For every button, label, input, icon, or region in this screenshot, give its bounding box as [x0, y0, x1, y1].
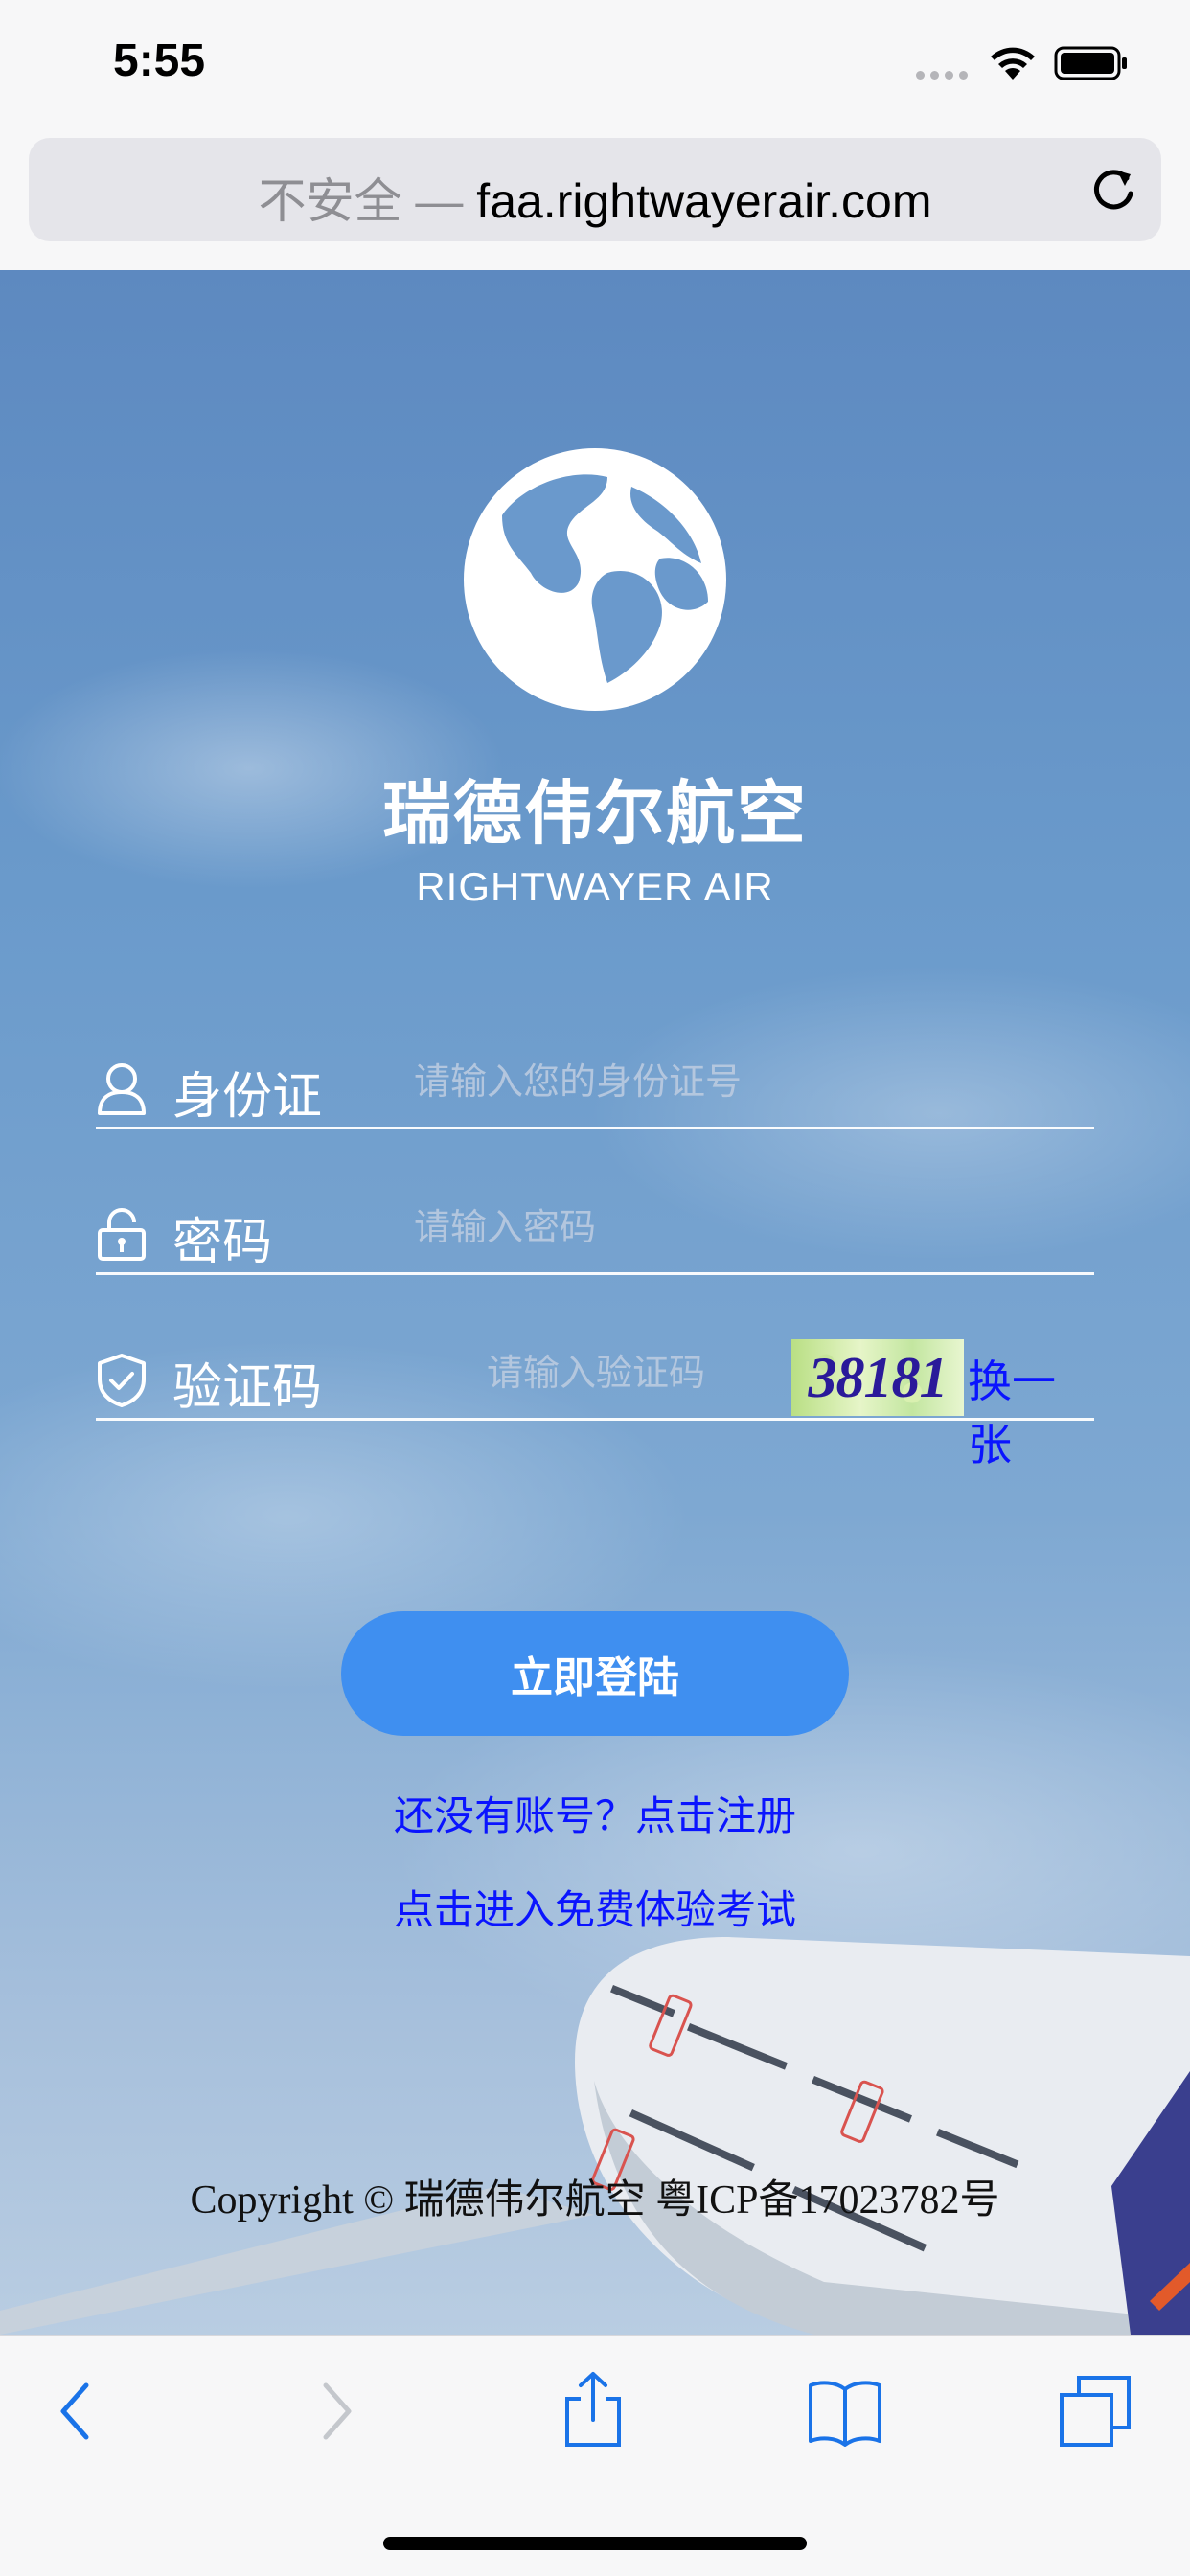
status-time: 5:55	[113, 35, 206, 86]
wifi-icon	[991, 47, 1035, 80]
chevron-right-icon[interactable]	[318, 2378, 356, 2445]
register-link[interactable]: 还没有账号？点击注册	[0, 1784, 1190, 1842]
brand-name-cn: 瑞德伟尔航空	[381, 773, 808, 854]
reload-icon[interactable]	[1088, 165, 1138, 215]
home-indicator	[383, 2537, 807, 2550]
captcha-refresh-link[interactable]: 换一张	[968, 1347, 1094, 1473]
login-button[interactable]: 立即登陆	[341, 1611, 849, 1736]
chevron-left-icon[interactable]	[56, 2378, 94, 2445]
captcha-field: 验证码 38181 换一张	[96, 1328, 1094, 1470]
book-icon[interactable]	[807, 2378, 883, 2447]
password-label: 密码	[172, 1214, 273, 1271]
address-bar[interactable]: 不安全 — faa.rightwayerair.com	[29, 138, 1161, 241]
url-domain: faa.rightwayerair.com	[476, 174, 932, 228]
user-icon	[98, 1063, 146, 1115]
captcha-label: 验证码	[172, 1359, 323, 1417]
lock-icon	[98, 1208, 146, 1261]
captcha-input[interactable]	[485, 1343, 786, 1402]
brand-name-en: RIGHTWAYER AIR	[416, 864, 774, 909]
battery-icon	[1054, 46, 1127, 80]
id-field: 身份证	[96, 1037, 1094, 1129]
copyright-text: Copyright © 瑞德伟尔航空 粤ICP备17023782号	[190, 2178, 1000, 2223]
id-input[interactable]	[412, 1052, 1087, 1111]
signal-icon	[916, 71, 968, 80]
globe-icon	[464, 448, 726, 711]
tabs-icon[interactable]	[1058, 2374, 1133, 2449]
url-display[interactable]: 不安全 — faa.rightwayerair.com	[29, 163, 1161, 232]
shield-check-icon	[98, 1354, 146, 1407]
free-trial-link[interactable]: 点击进入免费体验考试	[0, 1878, 1190, 1936]
password-field: 密码	[96, 1182, 1094, 1275]
insecure-label: 不安全 —	[258, 174, 464, 228]
login-page: 瑞德伟尔航空 RIGHTWAYER AIR 身份证 密码 验证码 38181 换…	[0, 270, 1190, 2335]
password-input[interactable]	[412, 1197, 1087, 1257]
captcha-image[interactable]: 38181	[791, 1339, 964, 1416]
share-icon[interactable]	[560, 2370, 627, 2449]
airplane-image	[0, 1937, 1190, 2335]
status-bar: 5:55	[0, 0, 1190, 134]
id-label: 身份证	[172, 1068, 323, 1126]
